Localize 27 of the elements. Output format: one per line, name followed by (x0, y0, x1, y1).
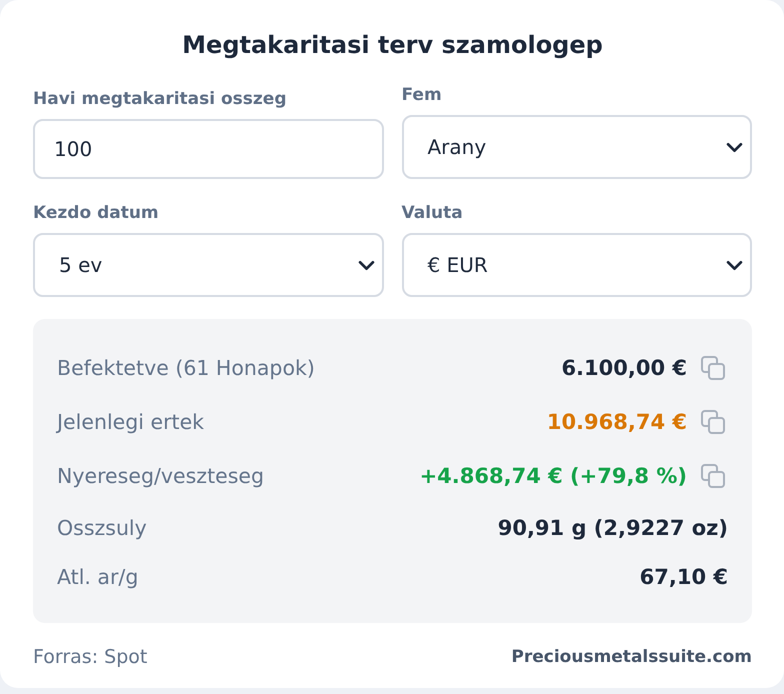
result-label: Befektetve (61 Honapok) (57, 356, 315, 380)
copy-icon[interactable] (701, 356, 725, 380)
copy-icon[interactable] (701, 464, 725, 488)
result-label: Nyereseg/veszteseg (57, 464, 264, 488)
chevron-down-icon (726, 260, 743, 270)
result-value: 10.968,74 € (546, 410, 687, 434)
copy-icon[interactable] (701, 410, 725, 434)
result-value: 6.100,00 € (561, 356, 687, 380)
site-link[interactable]: Preciousmetalssuite.com (511, 645, 752, 669)
chevron-down-icon (358, 260, 374, 270)
calculator-title: Megtakaritasi terv szamologep (181, 30, 604, 61)
dropdown-select[interactable]: 5 ev (33, 233, 384, 297)
field-label: Fem (402, 84, 442, 106)
dropdown-select[interactable]: € EUR (402, 233, 752, 297)
chevron-down-icon (726, 142, 743, 152)
amount-input[interactable]: 100 (33, 119, 384, 179)
result-label: Atl. ar/g (57, 564, 138, 588)
result-value: 67,10 € (640, 564, 728, 588)
dropdown-select[interactable]: Arany (402, 115, 752, 179)
field-label: Valuta (402, 202, 463, 224)
result-label: Osszsuly (57, 516, 147, 540)
result-value: 90,91 g (2,9227 oz) (498, 516, 728, 540)
result-value: +4.868,74 € (+79,8 %) (420, 464, 687, 488)
result-label: Jelenlegi ertek (57, 410, 204, 434)
source-text: Forras: Spot (33, 645, 148, 669)
field-label: Kezdo datum (33, 202, 159, 224)
field-label: Havi megtakaritasi osszeg (33, 88, 286, 110)
